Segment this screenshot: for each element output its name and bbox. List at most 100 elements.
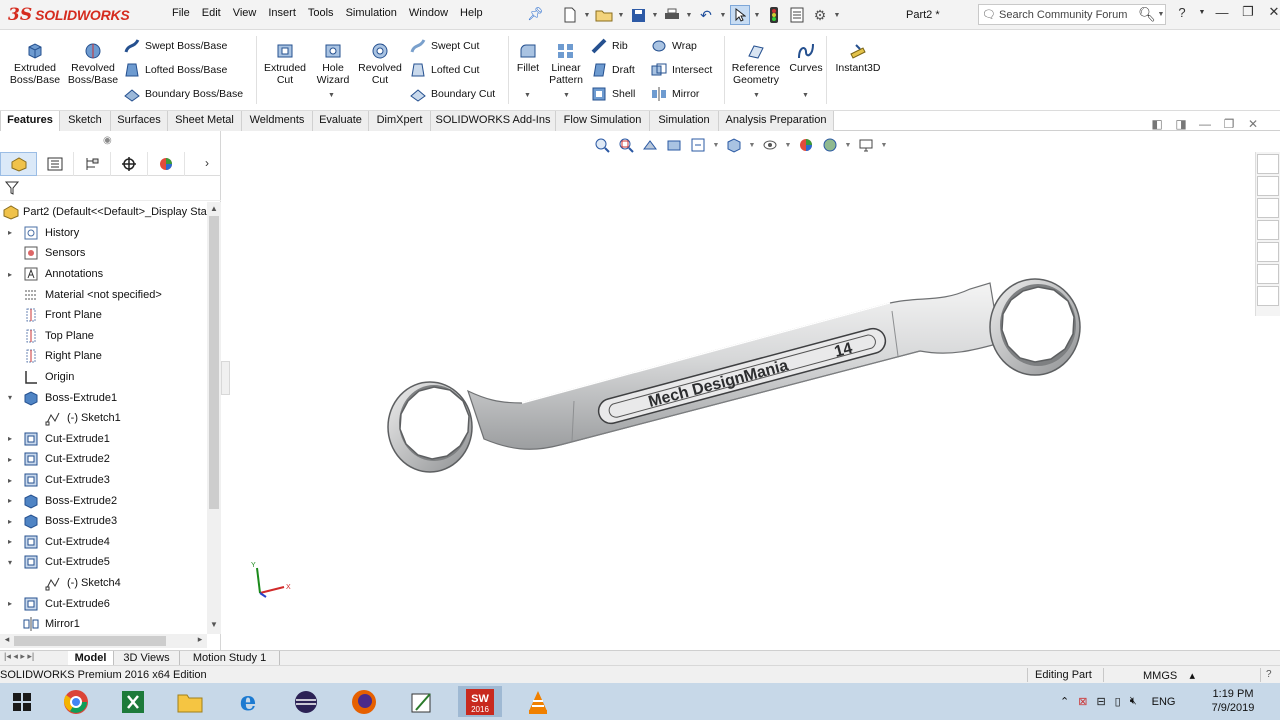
menu-help[interactable]: Help [454,7,489,19]
scroll-up-icon[interactable]: ▲ [207,204,221,216]
view-settings-monitor-icon[interactable] [856,136,876,154]
tab-model[interactable]: Model [68,651,114,666]
tile-left-icon[interactable]: ◧ [1150,117,1164,131]
firefox-icon[interactable] [342,686,386,717]
tab-sheet-metal[interactable]: Sheet Metal [168,111,242,131]
tree-item[interactable]: Top Plane [0,326,207,347]
tab-flow-simulation[interactable]: Flow Simulation [556,111,650,131]
internet-explorer-icon[interactable]: e [226,686,270,717]
options-dropdown-icon[interactable]: ▼ [833,12,841,19]
minimize-icon[interactable]: — [1212,5,1232,20]
menu-insert[interactable]: Insert [262,7,302,19]
new-dropdown-icon[interactable]: ▼ [583,12,591,19]
open-folder-icon[interactable] [594,5,614,25]
status-help-icon[interactable]: ? [1266,669,1272,680]
solidworks-taskbar-icon[interactable]: SW 2016 [458,686,502,717]
display-manager-tab-icon[interactable] [148,152,185,176]
show-hidden-icons-icon[interactable]: ⌃ [1060,695,1069,708]
help-dropdown-icon[interactable]: ▼ [1198,9,1206,16]
hole-wizard-dropdown-icon[interactable]: ▼ [328,92,335,99]
tree-item[interactable]: Front Plane [0,305,207,326]
graphics-area[interactable]: Mech DesignMania 14 X Y [230,131,1280,650]
search-box[interactable]: 🗨︎ Search Community Forum 🔍︎ ▼ [978,4,1166,25]
doc-restore-icon[interactable]: ❐ [1222,117,1236,131]
expand-arrow-icon[interactable]: ▸ [5,228,15,237]
solidworks-logo[interactable]: 3S SOLIDWORKS [8,3,144,27]
display-style-dropdown-icon[interactable]: ▼ [748,136,756,154]
restore-icon[interactable]: ❐ [1238,4,1258,20]
eclipse-icon[interactable] [284,686,328,717]
search-input[interactable]: Search Community Forum [999,9,1137,21]
design-library-icon[interactable] [1257,176,1279,196]
dynamic-annotation-icon[interactable] [688,136,708,154]
apply-scene-icon[interactable] [820,136,840,154]
network-status-icon[interactable]: ⊠ [1078,695,1087,708]
edit-appearance-icon[interactable] [796,136,816,154]
tile-right-icon[interactable]: ◨ [1174,117,1188,131]
intersect-button[interactable]: Intersect [651,62,712,78]
save-icon[interactable] [628,5,648,25]
tree-vertical-scrollbar[interactable]: ▲ ▼ [207,202,221,634]
custom-properties-icon[interactable] [1257,264,1279,284]
curves-button[interactable]: Curves [788,42,824,74]
feature-manager-tab-icon[interactable] [0,152,37,176]
sketch-tool-icon[interactable] [400,686,444,717]
tree-item[interactable]: ▸ Cut-Extrude2 [0,449,207,470]
scene-dropdown-icon[interactable]: ▼ [844,136,852,154]
menu-window[interactable]: Window [403,7,454,19]
view-orientation-dropdown-icon[interactable]: ▼ [712,136,720,154]
tree-item[interactable]: (-) Sketch1 [0,408,207,429]
help-icon[interactable]: ? [1172,5,1192,20]
scroll-right-icon[interactable]: ▸ [193,634,207,648]
windows-start-icon[interactable] [0,686,44,717]
tree-filter-bar[interactable] [0,177,221,201]
input-language[interactable]: ENG [1152,696,1176,708]
view-settings-dropdown-icon[interactable]: ▼ [880,136,888,154]
filter-icon[interactable] [4,180,20,196]
close-icon[interactable]: ✕ [1264,4,1280,20]
tree-horizontal-scrollbar[interactable]: ◂ ▸ [0,634,207,648]
search-icon[interactable]: 🔍︎ [1137,6,1157,23]
lofted-cut-button[interactable]: Lofted Cut [410,62,479,78]
tree-item[interactable]: ▸ Cut-Extrude1 [0,429,207,450]
tab-solidworks-addins[interactable]: SOLIDWORKS Add-Ins [431,111,556,131]
doc-minimize-icon[interactable]: — [1198,117,1212,131]
pattern-dropdown-icon[interactable]: ▼ [563,92,570,99]
instant3d-button[interactable]: Instant3D [830,42,886,74]
file-properties-icon[interactable] [787,5,807,25]
expand-arrow-icon[interactable]: ▸ [5,476,15,485]
dimxpert-manager-tab-icon[interactable] [111,152,148,176]
tree-item[interactable]: ▸ History [0,223,207,244]
tab-sketch[interactable]: Sketch [60,111,111,131]
tree-item[interactable]: Material <not specified> [0,284,207,305]
boundary-cut-button[interactable]: Boundary Cut [410,86,495,102]
tree-item[interactable]: ▸ Annotations [0,264,207,285]
section-view-icon[interactable] [664,136,684,154]
expand-tabs-icon[interactable]: › [205,156,209,170]
expand-arrow-icon[interactable]: ▸ [5,537,15,546]
appearances-icon[interactable] [1257,242,1279,262]
file-explorer-taskbar-icon[interactable] [168,686,212,717]
tab-evaluate[interactable]: Evaluate [313,111,369,131]
unit-system[interactable]: MMGS ▴ [1143,669,1195,682]
tree-item[interactable]: ▾ Cut-Extrude5 [0,552,207,573]
save-dropdown-icon[interactable]: ▼ [651,12,659,19]
expand-arrow-icon[interactable]: ▸ [5,496,15,505]
menu-edit[interactable]: Edit [196,7,227,19]
rebuild-traffic-light-icon[interactable] [764,5,784,25]
panel-splitter[interactable] [221,361,230,395]
reference-geometry-button[interactable]: Reference Geometry [728,42,784,86]
scroll-left-icon[interactable]: ◂ [0,634,14,648]
collapse-arrow-icon[interactable]: ▾ [5,558,15,567]
tree-item[interactable]: Origin [0,367,207,388]
fillet-dropdown-icon[interactable]: ▼ [524,92,531,99]
tree-item[interactable]: Mirror1 [0,614,207,634]
tree-item[interactable]: (-) Sketch4 [0,573,207,594]
doc-close-icon[interactable]: ✕ [1246,117,1260,131]
scroll-thumb[interactable] [209,216,219,509]
undo-icon[interactable]: ↶ [696,5,716,25]
open-dropdown-icon[interactable]: ▼ [617,12,625,19]
linear-pattern-button[interactable]: Linear Pattern [546,42,586,86]
excel-icon[interactable] [111,686,155,717]
menu-tools[interactable]: Tools [302,7,340,19]
